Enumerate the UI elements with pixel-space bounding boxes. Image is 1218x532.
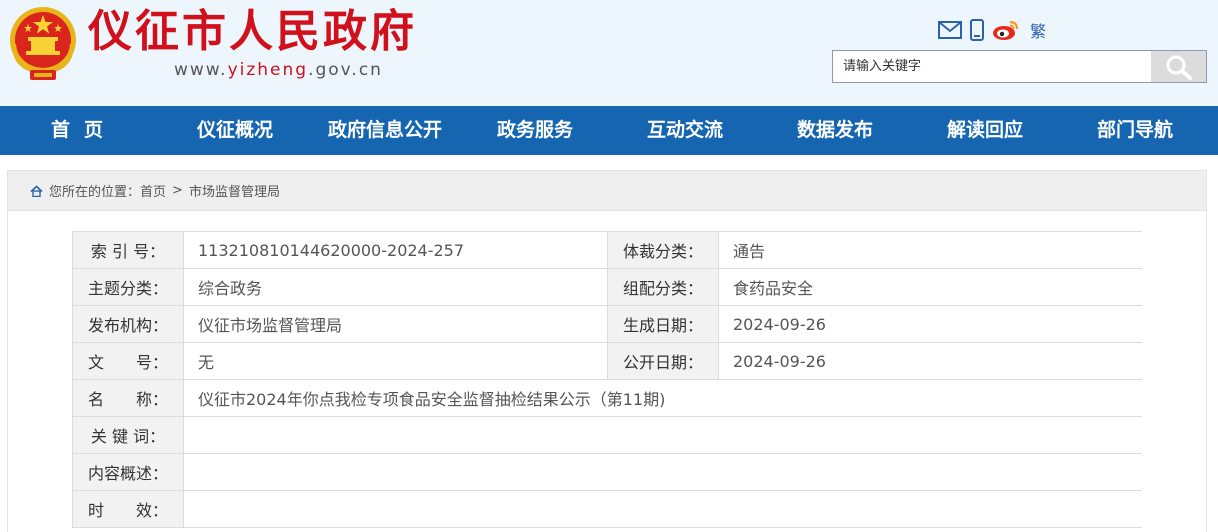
nav-gov-services[interactable]: 政务服务 — [460, 106, 610, 155]
table-row: 内容概述： — [72, 453, 1142, 491]
table-row: 文 号： 无 公开日期： 2024-09-26 — [72, 342, 1142, 380]
search-box — [832, 50, 1207, 83]
index-label: 索 引 号： — [72, 231, 184, 269]
publisher-value: 仪征市场监督管理局 — [183, 305, 608, 343]
genre-label: 体裁分类： — [607, 231, 719, 269]
breadcrumb-prefix: 您所在的位置： — [49, 185, 141, 200]
published-date-value: 2024-09-26 — [718, 342, 1142, 380]
home-icon — [30, 184, 43, 197]
breadcrumb-separator: > — [172, 183, 183, 198]
publisher-label: 发布机构： — [72, 305, 184, 343]
name-value: 仪征市2024年你点我检专项食品安全监督抽检结果公示（第11期) — [183, 379, 1142, 417]
created-date-label: 生成日期： — [607, 305, 719, 343]
breadcrumb: 您所在的位置： 首页 > 市场监督管理局 — [8, 171, 1206, 211]
breadcrumb-current[interactable]: 市场监督管理局 — [189, 181, 280, 200]
topic-value: 综合政务 — [183, 268, 608, 306]
weibo-icon[interactable] — [992, 19, 1020, 41]
docno-value: 无 — [183, 342, 608, 380]
index-value: 113210810144620000-2024-257 — [183, 231, 608, 269]
nav-home[interactable]: 首页 — [0, 106, 160, 155]
table-row: 索 引 号： 113210810144620000-2024-257 体裁分类：… — [72, 231, 1142, 269]
nav-interaction[interactable]: 互动交流 — [610, 106, 760, 155]
summary-value — [183, 453, 1142, 491]
category-value: 食药品安全 — [718, 268, 1142, 306]
validity-label: 时 效： — [72, 490, 184, 528]
table-row: 主题分类： 综合政务 组配分类： 食药品安全 — [72, 268, 1142, 306]
content-panel: 您所在的位置： 首页 > 市场监督管理局 索 引 号： 113210810144… — [7, 170, 1207, 532]
published-date-label: 公开日期： — [607, 342, 719, 380]
search-input[interactable] — [833, 51, 1151, 82]
table-row: 时 效： — [72, 490, 1142, 528]
national-emblem-icon[interactable] — [6, 4, 80, 82]
keywords-label: 关 键 词： — [72, 416, 184, 454]
site-url-suffix: .gov.cn — [308, 60, 383, 80]
mobile-icon[interactable] — [970, 19, 984, 41]
summary-label: 内容概述： — [72, 453, 184, 491]
search-icon — [1166, 55, 1192, 80]
search-button[interactable] — [1151, 51, 1206, 82]
site-url-domain: yizheng — [227, 60, 309, 80]
validity-value — [183, 490, 1142, 528]
document-metadata-table: 索 引 号： 113210810144620000-2024-257 体裁分类：… — [72, 231, 1142, 528]
category-label: 组配分类： — [607, 268, 719, 306]
nav-interpretation[interactable]: 解读回应 — [910, 106, 1060, 155]
keywords-value — [183, 416, 1142, 454]
site-url[interactable]: www.yizheng.gov.cn — [174, 60, 383, 80]
docno-label: 文 号： — [72, 342, 184, 380]
breadcrumb-home-link[interactable]: 首页 — [140, 181, 166, 200]
created-date-value: 2024-09-26 — [718, 305, 1142, 343]
traditional-chinese-link[interactable]: 繁 — [1030, 18, 1046, 42]
site-title[interactable]: 仪征市人民政府 — [88, 4, 417, 60]
genre-value: 通告 — [718, 231, 1142, 269]
table-row: 关 键 词： — [72, 416, 1142, 454]
nav-departments[interactable]: 部门导航 — [1060, 106, 1210, 155]
nav-info-disclosure[interactable]: 政府信息公开 — [310, 106, 460, 155]
site-url-prefix: www. — [174, 60, 228, 80]
main-nav: 首页 仪征概况 政府信息公开 政务服务 互动交流 数据发布 解读回应 部门导航 — [0, 106, 1218, 155]
header-tools: 繁 — [938, 18, 1046, 42]
table-row: 发布机构： 仪征市场监督管理局 生成日期： 2024-09-26 — [72, 305, 1142, 343]
site-header: 仪征市人民政府 www.yizheng.gov.cn 繁 — [0, 0, 1218, 106]
nav-data-release[interactable]: 数据发布 — [760, 106, 910, 155]
nav-overview[interactable]: 仪征概况 — [160, 106, 310, 155]
name-label: 名 称： — [72, 379, 184, 417]
mail-icon[interactable] — [938, 21, 962, 39]
table-row: 名 称： 仪征市2024年你点我检专项食品安全监督抽检结果公示（第11期) — [72, 379, 1142, 417]
topic-label: 主题分类： — [72, 268, 184, 306]
